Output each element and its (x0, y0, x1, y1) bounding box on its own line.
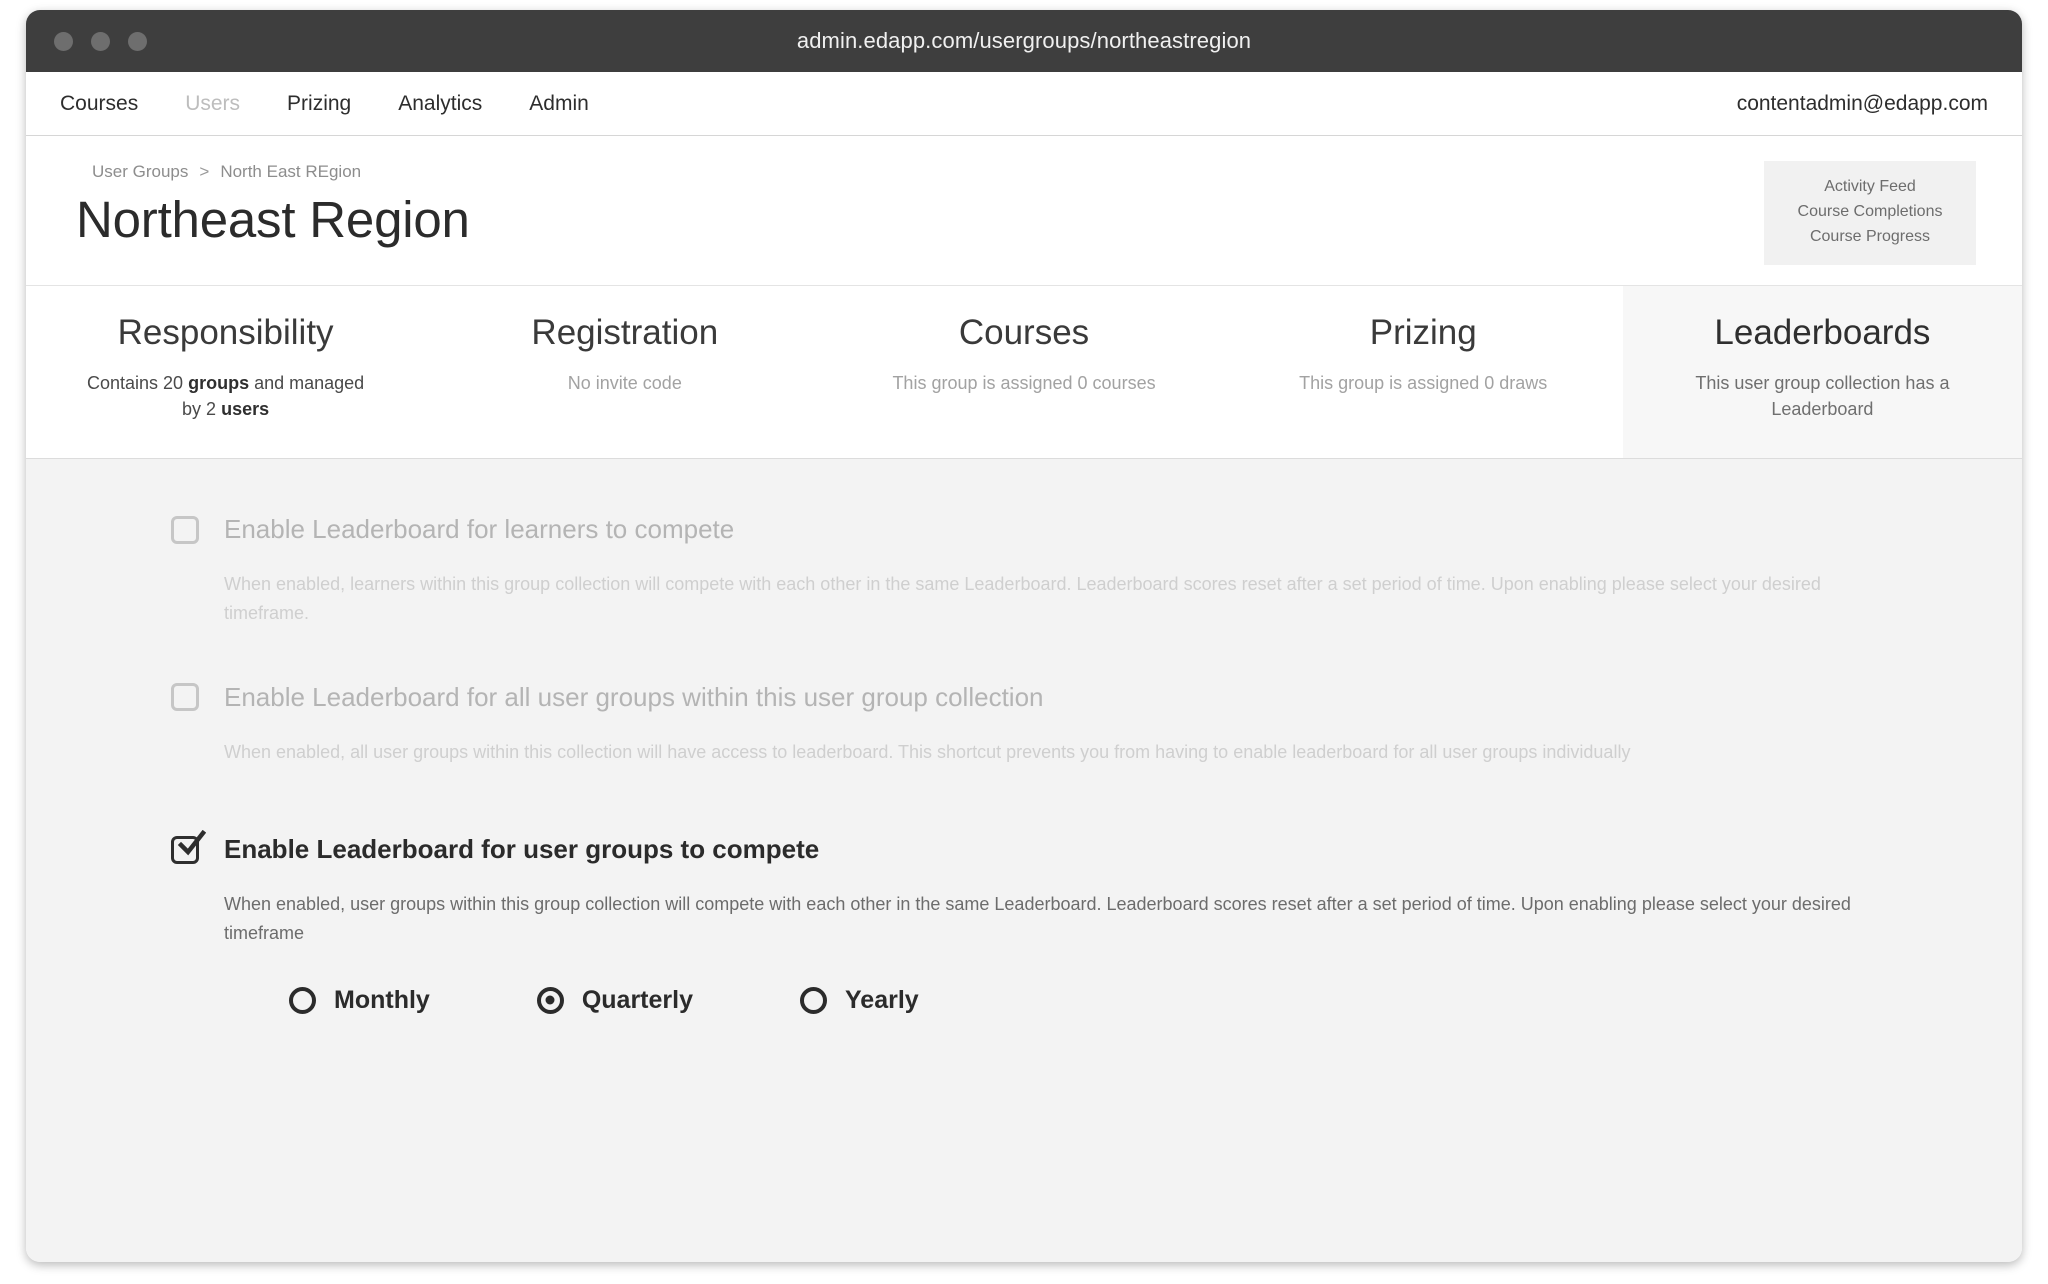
tab-courses-subtitle: This group is assigned 0 courses (892, 370, 1155, 396)
nav-item-prizing[interactable]: Prizing (287, 92, 351, 116)
description-enable-leaderboard-all-groups: When enabled, all user groups within thi… (224, 738, 1902, 767)
tab-registration[interactable]: Registration No invite code (425, 286, 824, 458)
tab-registration-subtitle: No invite code (568, 370, 682, 396)
nav-items: Courses Users Prizing Analytics Admin (60, 92, 589, 116)
description-enable-leaderboard-groups-compete: When enabled, user groups within this gr… (224, 890, 1902, 948)
tab-courses[interactable]: Courses This group is assigned 0 courses (824, 286, 1223, 458)
window-controls (54, 10, 147, 72)
nav-item-courses[interactable]: Courses (60, 92, 138, 116)
checkmark-icon (176, 830, 206, 860)
leaderboards-settings-panel: Enable Leaderboard for learners to compe… (26, 459, 2022, 1262)
radio-quarterly[interactable] (537, 987, 564, 1014)
tab-prizing[interactable]: Prizing This group is assigned 0 draws (1224, 286, 1623, 458)
option-groups-compete: Enable Leaderboard for user groups to co… (26, 834, 2022, 1015)
label-enable-leaderboard-learners[interactable]: Enable Leaderboard for learners to compe… (224, 514, 734, 545)
tab-registration-title: Registration (531, 312, 718, 354)
tab-responsibility-title: Responsibility (118, 312, 334, 354)
responsibility-groups-word: groups (188, 373, 249, 393)
maximize-window-icon[interactable] (128, 32, 147, 51)
responsibility-users-word: users (221, 399, 269, 419)
header-widget-box: Activity Feed Course Completions Course … (1764, 161, 1976, 265)
tab-prizing-subtitle: This group is assigned 0 draws (1299, 370, 1547, 396)
label-enable-leaderboard-all-groups[interactable]: Enable Leaderboard for all user groups w… (224, 682, 1043, 713)
section-tabs: Responsibility Contains 20 groups and ma… (26, 286, 2022, 459)
breadcrumb-separator-icon: > (199, 162, 209, 182)
nav-item-admin[interactable]: Admin (529, 92, 589, 116)
radio-item-yearly[interactable]: Yearly (800, 986, 919, 1015)
checkbox-enable-leaderboard-groups-compete[interactable] (171, 836, 199, 864)
checkbox-enable-leaderboard-learners[interactable] (171, 516, 199, 544)
radio-label-quarterly: Quarterly (582, 986, 693, 1015)
breadcrumb: User Groups > North East REgion (92, 162, 361, 182)
tab-responsibility-subtitle: Contains 20 groups and managed by 2 user… (86, 370, 366, 422)
nav-item-analytics[interactable]: Analytics (398, 92, 482, 116)
tab-responsibility[interactable]: Responsibility Contains 20 groups and ma… (26, 286, 425, 458)
tab-prizing-title: Prizing (1370, 312, 1477, 354)
address-bar-url[interactable]: admin.edapp.com/usergroups/northeastregi… (26, 28, 2022, 54)
option-all-user-groups-row[interactable]: Enable Leaderboard for all user groups w… (171, 682, 1902, 713)
option-all-user-groups: Enable Leaderboard for all user groups w… (26, 682, 2022, 767)
option-groups-compete-row[interactable]: Enable Leaderboard for user groups to co… (171, 834, 1902, 865)
radio-monthly[interactable] (289, 987, 316, 1014)
timeframe-radio-group: Monthly Quarterly Yearly (289, 986, 1902, 1015)
breadcrumb-current: North East REgion (220, 162, 361, 182)
browser-titlebar: admin.edapp.com/usergroups/northeastregi… (26, 10, 2022, 72)
widget-link-course-progress[interactable]: Course Progress (1772, 225, 1968, 250)
account-email[interactable]: contentadmin@edapp.com (1737, 92, 1988, 116)
tab-leaderboards-title: Leaderboards (1714, 312, 1930, 354)
radio-label-yearly: Yearly (845, 986, 919, 1015)
checkbox-enable-leaderboard-all-groups[interactable] (171, 683, 199, 711)
browser-window: admin.edapp.com/usergroups/northeastregi… (26, 10, 2022, 1262)
option-learners-compete-row[interactable]: Enable Leaderboard for learners to compe… (171, 514, 1902, 545)
app-navbar: Courses Users Prizing Analytics Admin co… (26, 72, 2022, 136)
widget-link-activity-feed[interactable]: Activity Feed (1772, 175, 1968, 200)
description-enable-leaderboard-learners: When enabled, learners within this group… (224, 570, 1902, 628)
tab-courses-title: Courses (959, 312, 1089, 354)
radio-label-monthly: Monthly (334, 986, 430, 1015)
nav-item-users[interactable]: Users (185, 92, 240, 116)
option-learners-compete: Enable Leaderboard for learners to compe… (26, 514, 2022, 628)
tab-leaderboards-subtitle: This user group collection has a Leaderb… (1672, 370, 1972, 422)
minimize-window-icon[interactable] (91, 32, 110, 51)
close-window-icon[interactable] (54, 32, 73, 51)
responsibility-prefix: Contains 20 (87, 373, 188, 393)
radio-item-quarterly[interactable]: Quarterly (537, 986, 693, 1015)
label-enable-leaderboard-groups-compete[interactable]: Enable Leaderboard for user groups to co… (224, 834, 819, 865)
radio-yearly[interactable] (800, 987, 827, 1014)
widget-link-course-completions[interactable]: Course Completions (1772, 200, 1968, 225)
page-header: User Groups > North East REgion Northeas… (26, 136, 2022, 286)
tab-leaderboards[interactable]: Leaderboards This user group collection … (1623, 286, 2022, 458)
radio-item-monthly[interactable]: Monthly (289, 986, 430, 1015)
breadcrumb-parent[interactable]: User Groups (92, 162, 188, 182)
page-title: Northeast Region (76, 190, 470, 249)
